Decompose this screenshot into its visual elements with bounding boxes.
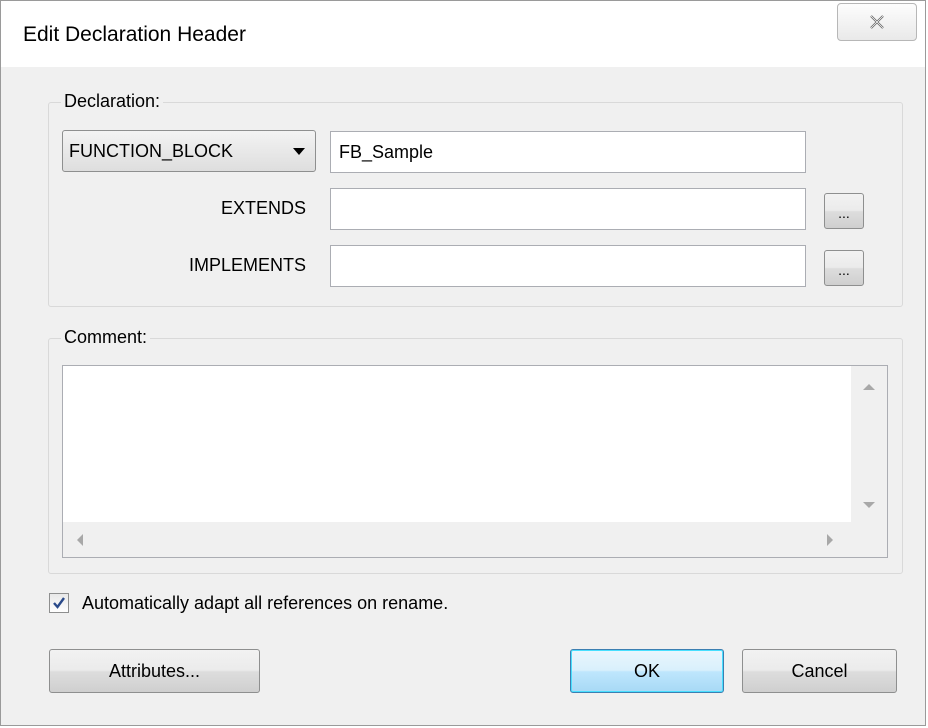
scroll-right-icon[interactable] — [827, 534, 833, 546]
dropdown-arrow-icon — [293, 148, 305, 155]
close-button[interactable] — [837, 3, 917, 41]
horizontal-scrollbar[interactable] — [63, 522, 851, 557]
cancel-button[interactable]: Cancel — [742, 649, 897, 693]
extends-label: EXTENDS — [220, 198, 306, 218]
ok-button[interactable]: OK — [570, 649, 724, 693]
edit-declaration-header-dialog: Edit Declaration Header Declaration: FUN… — [0, 0, 926, 726]
vertical-scrollbar[interactable] — [851, 366, 887, 522]
comment-group-label: Comment: — [61, 327, 151, 348]
implements-label: IMPLEMENTS — [188, 255, 306, 275]
scrollbar-corner — [851, 522, 887, 557]
adapt-references-checkbox[interactable] — [49, 593, 69, 613]
scroll-down-icon[interactable] — [863, 502, 875, 508]
adapt-references-label[interactable]: Automatically adapt all references on re… — [82, 593, 448, 614]
scroll-up-icon[interactable] — [863, 384, 875, 390]
declaration-group-label: Declaration: — [61, 91, 164, 112]
declaration-name-input[interactable]: FB_Sample — [330, 131, 806, 173]
implements-browse-button[interactable]: ... — [824, 250, 864, 286]
implements-input[interactable] — [330, 245, 806, 287]
extends-browse-button[interactable]: ... — [824, 193, 864, 229]
comment-textarea[interactable] — [62, 365, 888, 558]
declaration-kind-dropdown[interactable]: FUNCTION_BLOCK — [62, 130, 316, 172]
checkmark-icon — [53, 597, 65, 609]
title-bar: Edit Declaration Header — [1, 1, 925, 67]
dialog-title: Edit Declaration Header — [23, 23, 246, 46]
close-icon — [870, 15, 884, 29]
attributes-button[interactable]: Attributes... — [49, 649, 260, 693]
extends-input[interactable] — [330, 188, 806, 230]
scroll-left-icon[interactable] — [77, 534, 83, 546]
declaration-kind-value: FUNCTION_BLOCK — [69, 141, 234, 161]
